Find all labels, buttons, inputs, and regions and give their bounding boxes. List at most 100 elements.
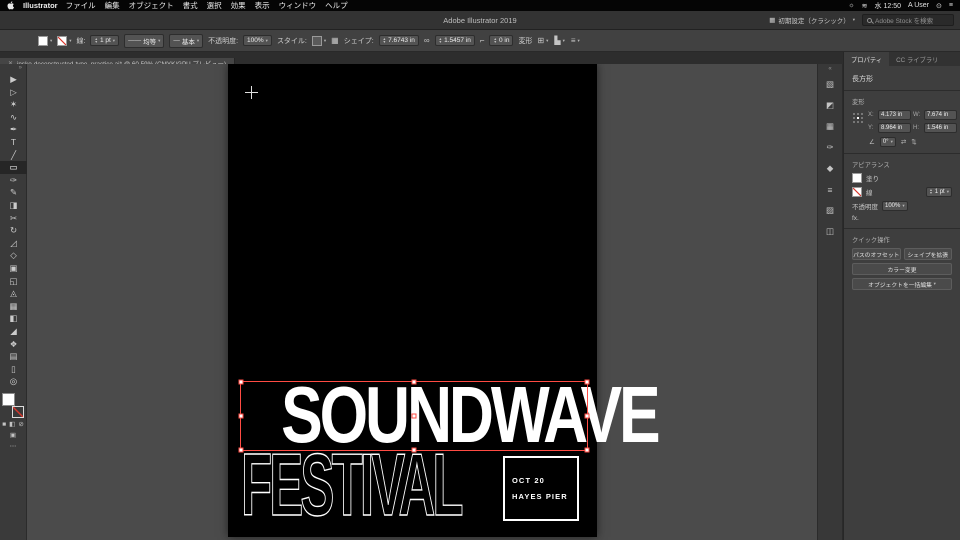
collapsed-panel-icon[interactable]: ✑	[818, 137, 842, 158]
menu-item[interactable]: ヘルプ	[325, 0, 348, 11]
selection-handle[interactable]	[239, 380, 244, 385]
menu-item[interactable]: 編集	[105, 0, 120, 11]
notification-center-icon[interactable]: ≡	[949, 2, 953, 9]
fill-swatch[interactable]	[852, 173, 862, 183]
spotlight-icon[interactable]: ⊙	[936, 2, 942, 10]
fill-indicator[interactable]	[2, 393, 15, 406]
stock-search-input[interactable]: Adobe Stock を検索	[862, 14, 954, 26]
stepper-icon[interactable]: ▲▼	[929, 189, 932, 195]
control-option[interactable]: ≡▾	[571, 36, 580, 45]
workspace-switcher[interactable]: ▦ 初期設定（クラシック） ▾	[769, 15, 855, 25]
app-menu[interactable]: Illustrator	[23, 1, 58, 10]
menu-item[interactable]: 選択	[207, 0, 222, 11]
flip-vertical-icon[interactable]: ⇅	[911, 138, 916, 146]
tool-button[interactable]: ▤	[0, 350, 27, 363]
tool-button[interactable]: ▭	[0, 161, 27, 174]
stepper-icon[interactable]: ▲▼	[439, 38, 442, 44]
shape-width-field[interactable]: ▲▼7.6743 in	[379, 35, 419, 46]
quick-action-button[interactable]: シェイプを拡張	[904, 248, 953, 260]
tool-button[interactable]: ◿	[0, 237, 27, 250]
flip-horizontal-icon[interactable]: ⇄	[901, 138, 906, 146]
tool-button[interactable]: ◱	[0, 275, 27, 288]
menu-item[interactable]: ファイル	[66, 0, 96, 11]
corner-radius-field[interactable]: ▲▼0 in	[489, 35, 513, 46]
menu-item[interactable]: ウィンドウ	[279, 0, 317, 11]
collapsed-panel-icon[interactable]: ≡	[818, 179, 842, 200]
collapsed-panel-icon[interactable]: ▦	[818, 116, 842, 137]
tool-button[interactable]: ▦	[0, 300, 27, 313]
tool-button[interactable]: ✂	[0, 212, 27, 225]
stepper-icon[interactable]: ▲▼	[493, 38, 496, 44]
selection-center-point[interactable]	[412, 414, 417, 419]
fx-button[interactable]: fx.	[852, 215, 859, 222]
selection-handle[interactable]	[412, 448, 417, 453]
shape-height-field[interactable]: ▲▼1.5457 in	[435, 35, 475, 46]
artboard[interactable]: SOUNDWAVE FESTIVAL OCT 20 HAYES PIER	[228, 64, 597, 537]
tool-button[interactable]: ✒	[0, 123, 27, 136]
screen-mode-button[interactable]: ⋯	[10, 443, 17, 451]
global-edit-button[interactable]: オブジェクトを一括編集 ▾	[852, 278, 952, 290]
fill-stroke-indicator[interactable]	[1, 393, 25, 418]
collapsed-panel-icon[interactable]: ◫	[818, 221, 842, 242]
h-field[interactable]: 1.546 in	[924, 123, 957, 133]
user-menu[interactable]: A User	[908, 2, 929, 9]
quick-action-button[interactable]: カラー変更	[852, 263, 952, 275]
control-option[interactable]: ▙▾	[554, 36, 564, 45]
tool-button[interactable]: ◨	[0, 199, 27, 212]
color-mode-button[interactable]: ■	[2, 421, 6, 429]
selection-bounding-box[interactable]	[240, 381, 588, 451]
control-option[interactable]: ⊞▾	[537, 36, 548, 45]
color-mode-button[interactable]: ⊘	[18, 421, 23, 429]
tool-button[interactable]: ◇	[0, 249, 27, 262]
draw-mode-button[interactable]: ▣	[10, 432, 16, 440]
tool-button[interactable]: ↻	[0, 224, 27, 237]
transform-button[interactable]: 変形	[518, 36, 532, 46]
selection-handle[interactable]	[239, 414, 244, 419]
dock-expand-icon[interactable]: «	[818, 64, 842, 74]
tool-button[interactable]: ◢	[0, 325, 27, 338]
tool-button[interactable]: ▶	[0, 73, 27, 86]
fill-color-dropdown[interactable]: ▾	[38, 36, 52, 46]
opacity-field[interactable]: 100%▾	[882, 201, 908, 211]
tool-button[interactable]: ◧	[0, 312, 27, 325]
selection-handle[interactable]	[585, 448, 590, 453]
tool-button[interactable]: ❖	[0, 337, 27, 350]
width-profile-dropdown[interactable]: ——均等▾	[124, 34, 164, 48]
tool-button[interactable]: ∿	[0, 111, 27, 124]
reference-point-locator[interactable]	[852, 110, 864, 124]
y-field[interactable]: 8.964 in	[878, 123, 911, 133]
stroke-color-dropdown[interactable]: ▾	[57, 36, 71, 46]
stroke-swatch[interactable]	[57, 36, 67, 46]
stroke-swatch[interactable]	[852, 187, 862, 197]
collapsed-panel-icon[interactable]: ▨	[818, 200, 842, 221]
tool-button[interactable]: ✶	[0, 98, 27, 111]
rotation-field[interactable]: 0°▾	[880, 137, 896, 147]
apple-menu-icon[interactable]	[7, 1, 15, 10]
recolor-artwork-icon[interactable]: ▦	[331, 36, 339, 45]
opacity-field[interactable]: 100%▾	[243, 35, 272, 46]
tool-button[interactable]: ▷	[0, 86, 27, 99]
tool-button[interactable]: T	[0, 136, 27, 149]
menu-item[interactable]: 書式	[183, 0, 198, 11]
stepper-icon[interactable]: ▲▼	[383, 38, 386, 44]
stroke-indicator[interactable]	[12, 406, 24, 418]
stroke-weight-field[interactable]: ▲▼1 pt▾	[926, 187, 952, 197]
brush-definition-dropdown[interactable]: —基本▾	[169, 34, 203, 48]
panel-tab[interactable]: プロパティ	[844, 52, 889, 66]
status-icon[interactable]: ☼	[848, 2, 854, 10]
tool-button[interactable]: ✑	[0, 174, 27, 187]
panel-tab[interactable]: CC ライブラリ	[889, 52, 945, 66]
link-dimensions-icon[interactable]: ∞	[424, 36, 430, 45]
menubar-clock[interactable]: 水 12:50	[875, 1, 901, 11]
tool-button[interactable]: ✎	[0, 186, 27, 199]
selection-handle[interactable]	[239, 448, 244, 453]
menu-item[interactable]: オブジェクト	[129, 0, 174, 11]
selection-handle[interactable]	[585, 380, 590, 385]
poster-outline-text[interactable]: FESTIVAL	[241, 450, 461, 520]
tool-button[interactable]: ◎	[0, 375, 27, 388]
menu-item[interactable]: 表示	[255, 0, 270, 11]
status-icon[interactable]: ≋	[862, 2, 868, 10]
stepper-icon[interactable]: ▲▼	[94, 38, 97, 44]
quick-action-button[interactable]: パスのオフセット	[852, 248, 901, 260]
canvas-area[interactable]: SOUNDWAVE FESTIVAL OCT 20 HAYES PIER	[27, 64, 817, 540]
